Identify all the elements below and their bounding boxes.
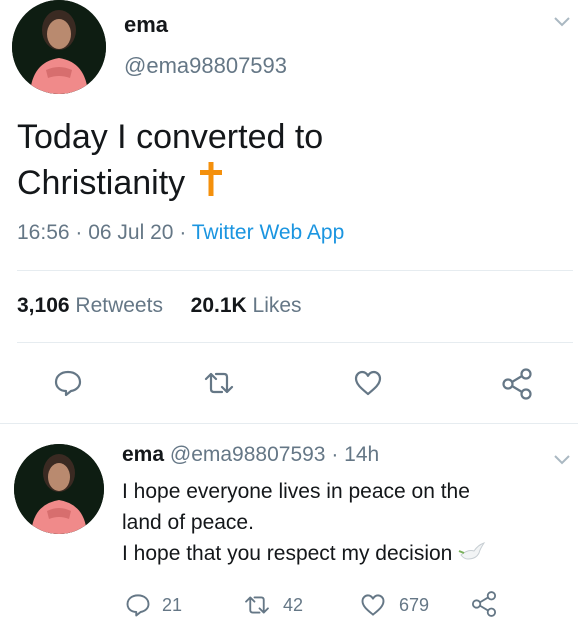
- main-author-handle[interactable]: @ema98807593: [124, 53, 287, 79]
- divider: [17, 342, 573, 343]
- tweet-date[interactable]: 06 Jul 20: [88, 221, 173, 244]
- tweet-text: Today I converted to Christianity: [17, 115, 323, 210]
- share-icon: [471, 591, 497, 617]
- separator: ·: [179, 221, 192, 244]
- separator: ·: [75, 221, 89, 244]
- share-icon: [502, 368, 532, 400]
- reply-avatar[interactable]: [14, 444, 104, 534]
- reply-line-3-wrap: I hope that you respect my decision: [122, 538, 562, 572]
- tweet-text-line-2-text: Christianity: [17, 164, 186, 202]
- cross-emoji-icon: [199, 160, 223, 210]
- reply-author-name[interactable]: ema: [122, 443, 164, 466]
- retweet-count: 42: [283, 594, 304, 615]
- retweet-icon: [245, 596, 269, 614]
- reply-text: I hope everyone lives in peace on the la…: [122, 476, 562, 572]
- like-icon: [354, 370, 382, 396]
- divider: [0, 423, 578, 424]
- retweet-button[interactable]: [200, 367, 238, 399]
- reply-like-button[interactable]: 679: [359, 590, 429, 620]
- retweets-stat[interactable]: 3,106 Retweets: [17, 294, 169, 317]
- dove-emoji-icon: [458, 541, 486, 572]
- timestamp-row: 16:56 · 06 Jul 20 · Twitter Web App: [17, 221, 344, 245]
- reply-time[interactable]: 14h: [344, 443, 379, 466]
- reply-header: ema @ema98807593 · 14h: [122, 443, 379, 467]
- reply-line-2: land of peace.: [122, 511, 254, 534]
- reply-share-button[interactable]: [470, 590, 500, 620]
- stats-row: 3,106 Retweets 20.1K Likes: [17, 294, 302, 318]
- retweets-count: 3,106: [17, 294, 70, 317]
- divider: [17, 270, 573, 271]
- reply-line-3: I hope that you respect my decision: [122, 542, 453, 565]
- reply-icon: [126, 594, 150, 617]
- retweets-label: Retweets: [75, 294, 163, 317]
- reply-button[interactable]: [52, 367, 84, 399]
- likes-label: Likes: [252, 294, 302, 317]
- main-avatar[interactable]: [12, 0, 106, 94]
- tweet-text-line-1: Today I converted to: [17, 118, 324, 156]
- chevron-down-icon[interactable]: [551, 448, 573, 470]
- reply-icon: [54, 370, 82, 397]
- main-author-name[interactable]: ema: [124, 12, 168, 38]
- tweet-source-link[interactable]: Twitter Web App: [192, 221, 345, 244]
- reply-count: 21: [162, 594, 183, 615]
- chevron-down-icon[interactable]: [551, 10, 573, 32]
- like-count: 679: [399, 594, 430, 615]
- reply-line-1: I hope everyone lives in peace on the: [122, 480, 470, 503]
- likes-count: 20.1K: [190, 294, 247, 317]
- like-icon: [361, 594, 385, 616]
- separator: ·: [331, 443, 339, 466]
- retweet-icon: [204, 372, 234, 394]
- reply-author-handle[interactable]: @ema98807593: [170, 443, 326, 466]
- tweet-time[interactable]: 16:56: [17, 221, 70, 244]
- tweet-text-line-2: Christianity: [17, 160, 323, 210]
- reply-retweet-button[interactable]: 42: [241, 590, 303, 620]
- reply-reply-button[interactable]: 21: [124, 590, 182, 620]
- likes-stat[interactable]: 20.1K Likes: [191, 294, 302, 317]
- like-button[interactable]: [352, 367, 384, 399]
- share-button[interactable]: [500, 367, 534, 401]
